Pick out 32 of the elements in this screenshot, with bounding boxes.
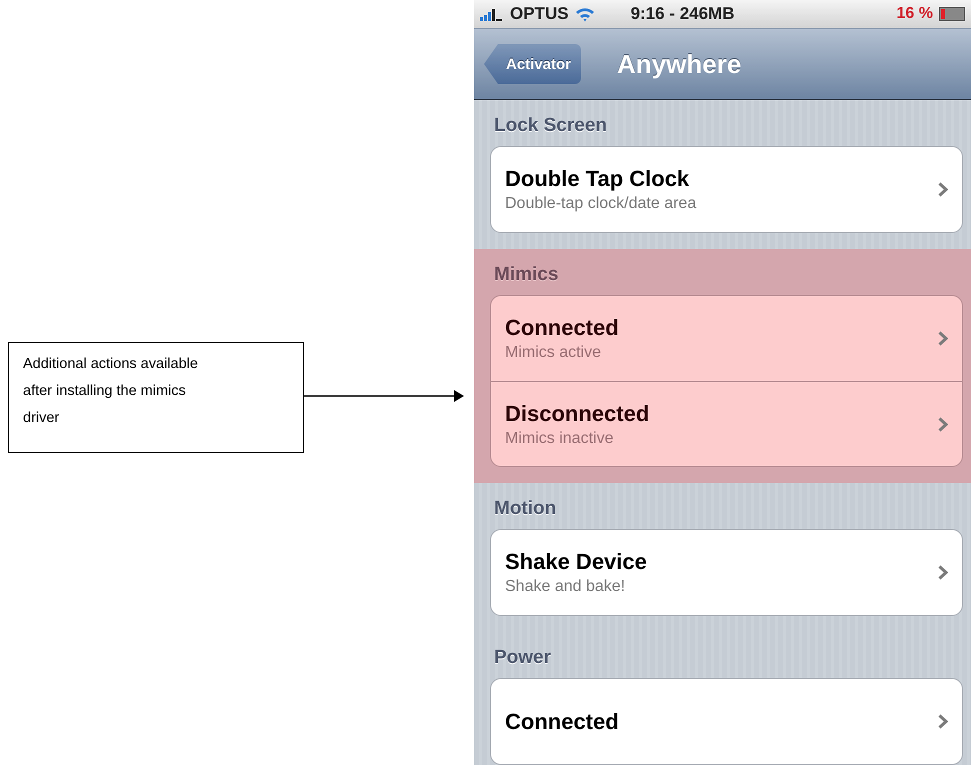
callout-text: Additional actions available after installing the mimics driver xyxy=(23,355,199,428)
nav-title: Anywhere xyxy=(617,48,742,80)
section-header: Mimics xyxy=(494,264,558,286)
status-time: 9:16 - 246MB xyxy=(630,4,736,24)
row-title: Disconnected xyxy=(505,400,650,426)
row-subtitle: Shake and bake! xyxy=(505,578,626,596)
battery-percent: 16 % xyxy=(896,5,933,23)
wifi-icon xyxy=(574,6,595,22)
row-subtitle: Double-tap clock/date area xyxy=(505,195,698,213)
back-button[interactable]: Activator xyxy=(484,44,582,84)
row-subtitle: Mimics inactive xyxy=(505,430,614,448)
battery-icon xyxy=(939,7,965,21)
row-title: Connected xyxy=(505,315,620,341)
chevron-icon xyxy=(938,182,948,197)
table-row[interactable]: Double Tap Clock Double-tap clock/date area xyxy=(491,147,962,232)
chevron-icon xyxy=(938,714,948,729)
table-row[interactable]: Shake Device Shake and bake! xyxy=(491,530,962,615)
section-header: Motion xyxy=(494,498,556,520)
table-row[interactable]: Connected xyxy=(491,679,962,764)
section-header: Power xyxy=(494,647,552,669)
chevron-icon xyxy=(938,331,948,346)
signal-icon xyxy=(480,7,504,21)
row-title: Connected xyxy=(505,708,620,734)
chevron-icon xyxy=(938,416,948,432)
chevron-icon xyxy=(938,565,948,580)
carrier-name: OPTUS xyxy=(510,4,569,24)
table-row[interactable]: Disconnected Mimics inactive xyxy=(491,381,962,466)
row-title: Shake Device xyxy=(505,549,648,575)
row-subtitle: Mimics active xyxy=(505,344,602,362)
table-row[interactable]: Connected Mimics active xyxy=(491,296,962,381)
section-header: Lock Screen xyxy=(494,115,607,137)
row-title: Double Tap Clock xyxy=(505,166,690,192)
